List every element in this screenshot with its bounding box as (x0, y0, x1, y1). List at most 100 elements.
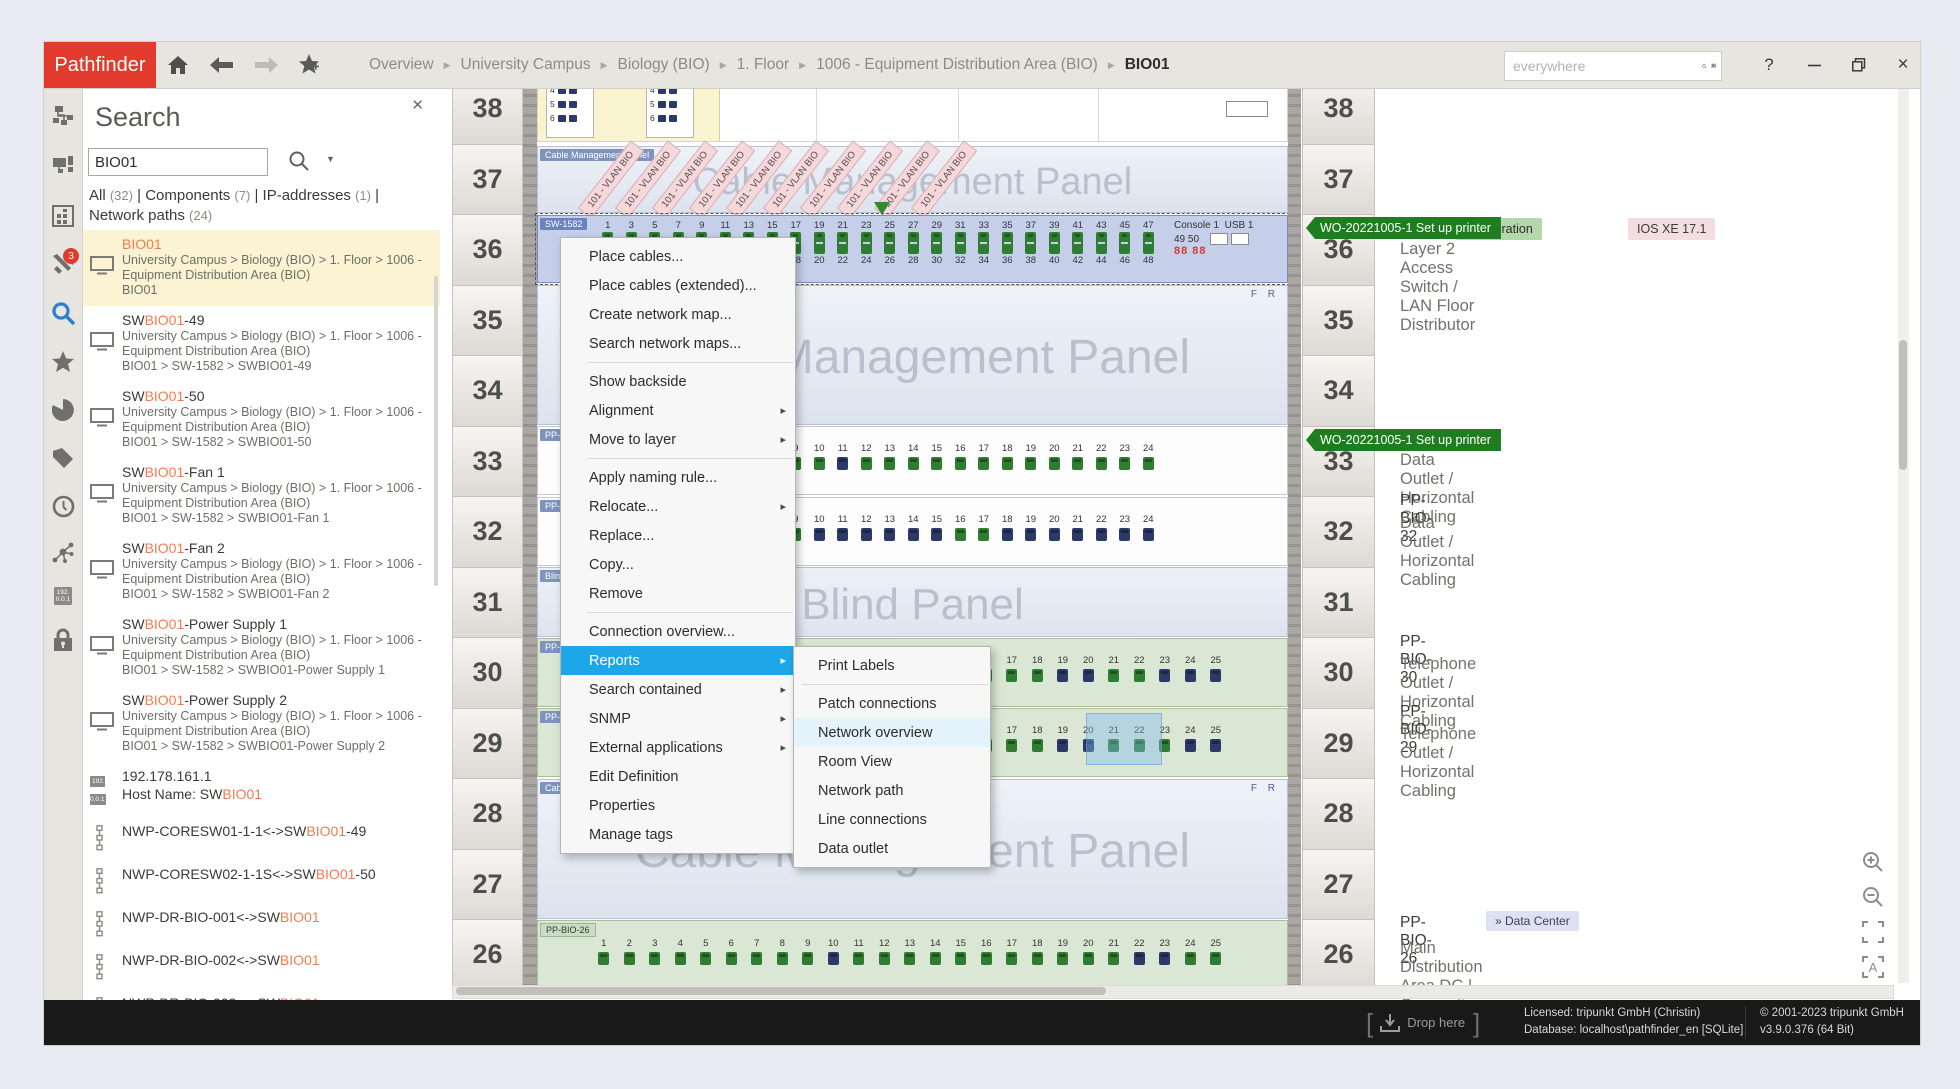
patch-port[interactable]: 16 (949, 514, 973, 541)
rack-unit-34[interactable]: 34 (452, 356, 523, 427)
global-search-box[interactable] (1504, 51, 1722, 81)
patch-port[interactable]: 11 (846, 938, 872, 965)
datacenter-badge[interactable]: » Data Center (1486, 911, 1579, 931)
switch-port-column[interactable]: 4142 (1066, 220, 1090, 266)
vertical-scrollbar[interactable] (1898, 88, 1909, 983)
patch-port[interactable]: 15 (925, 443, 949, 470)
crumb-1-floor[interactable]: 1. Floor (733, 56, 794, 74)
patch-port[interactable]: 21 (1066, 514, 1090, 541)
port-icon[interactable] (1143, 528, 1154, 541)
patch-port[interactable]: 18 (996, 443, 1020, 470)
patch-port[interactable]: 23 (1152, 938, 1178, 965)
port-icon[interactable] (861, 457, 872, 470)
rack-unit-32[interactable]: 32 (1302, 497, 1375, 568)
rack-unit-35[interactable]: 35 (452, 286, 523, 357)
rack-unit-28[interactable]: 28 (452, 779, 523, 850)
back-button[interactable] (204, 48, 240, 82)
rack-unit-37[interactable]: 37 (1302, 145, 1375, 216)
result-nwp-coresw01-1-1-swbio01-49[interactable]: NWP-CORESW01-1-1<->SWBIO01-49 (82, 815, 440, 858)
submenu-item-patch-connections[interactable]: Patch connections (794, 689, 990, 718)
switch-port-icon[interactable] (908, 232, 919, 254)
fit-view-button[interactable] (1856, 915, 1890, 949)
search-panel-close[interactable]: ✕ (411, 96, 424, 114)
switch-port-column[interactable]: 3940 (1043, 220, 1067, 266)
rack-unit-38[interactable]: 38 (452, 88, 523, 145)
port-icon[interactable] (1072, 457, 1083, 470)
rack-unit-26[interactable]: 26 (452, 920, 523, 991)
patch-port[interactable]: 6 (719, 938, 745, 965)
patch-port[interactable]: 19 (1050, 655, 1076, 682)
crumb-overview[interactable]: Overview (365, 56, 438, 74)
patch-port[interactable]: 22 (1127, 655, 1153, 682)
rack-unit-29[interactable]: 29 (1302, 709, 1375, 780)
patch-port[interactable]: 18 (996, 514, 1020, 541)
zoom-out-button[interactable] (1856, 880, 1890, 914)
switch-port-icon[interactable] (1096, 232, 1107, 254)
port-icon[interactable] (1072, 528, 1083, 541)
port-icon[interactable] (978, 457, 989, 470)
sidebar-item-security[interactable] (44, 620, 82, 660)
patch-port[interactable]: 22 (1127, 938, 1153, 965)
port-icon[interactable] (649, 952, 660, 965)
switch-port-icon[interactable] (1072, 232, 1083, 254)
rack-unit-34[interactable]: 34 (1302, 356, 1375, 427)
rack-unit-30[interactable]: 30 (1302, 638, 1375, 709)
patch-port[interactable]: 17 (999, 938, 1025, 965)
port-icon[interactable] (1032, 739, 1043, 752)
switch-port-icon[interactable] (978, 232, 989, 254)
patch-port[interactable]: 10 (821, 938, 847, 965)
port-icon[interactable] (1025, 528, 1036, 541)
sidebar-item-topology[interactable] (44, 96, 82, 136)
patch-port[interactable]: 18 (1025, 938, 1051, 965)
result-ip-192-178-161-1[interactable]: 192.0.0.1192.178.161.1Host Name: SWBIO01 (82, 762, 440, 815)
crumb-1006-equipment-distribution-area-bio[interactable]: 1006 - Equipment Distribution Area (BIO) (812, 56, 1102, 74)
switch-port-icon[interactable] (1049, 232, 1060, 254)
port-icon[interactable] (1210, 952, 1221, 965)
switch-port-icon[interactable] (1025, 232, 1036, 254)
panel-cable-mgmt-top[interactable]: Cable Management Panel Cable Management … (537, 146, 1288, 213)
switch-port-icon[interactable] (1002, 232, 1013, 254)
switch-port-column[interactable]: 2526 (878, 220, 902, 266)
patch-port[interactable]: 5 (693, 938, 719, 965)
sidebar-item-planning[interactable] (44, 196, 82, 236)
port-icon[interactable] (1108, 952, 1119, 965)
menu-item-snmp[interactable]: SNMP▸ (561, 704, 795, 733)
port-icon[interactable] (884, 528, 895, 541)
port-icon[interactable] (908, 528, 919, 541)
patch-port[interactable]: 15 (948, 938, 974, 965)
patch-port[interactable]: 17 (972, 443, 996, 470)
filter-ip-addresses[interactable]: IP-addresses (1) (263, 187, 371, 204)
port-icon[interactable] (955, 528, 966, 541)
switch-port-icon[interactable] (931, 232, 942, 254)
panel-pp-bio-26[interactable]: PP-BIO-26 123456789101112131415161718192… (537, 920, 1288, 990)
search-icon[interactable] (1702, 57, 1707, 76)
switch-port-icon[interactable] (1143, 232, 1154, 254)
patch-port[interactable]: 16 (949, 443, 973, 470)
result-nwp-dr-bio-001-swbio01[interactable]: NWP-DR-BIO-001<->SWBIO01 (82, 901, 440, 944)
patch-port[interactable]: 10 (808, 514, 832, 541)
menu-item-create-network-map[interactable]: Create network map... (561, 300, 795, 329)
submenu-item-line-connections[interactable]: Line connections (794, 805, 990, 834)
global-search-input[interactable] (1505, 58, 1702, 74)
help-button[interactable]: ? (1750, 46, 1788, 84)
port-icon[interactable] (802, 952, 813, 965)
submenu-item-room-view[interactable]: Room View (794, 747, 990, 776)
port-icon[interactable] (777, 952, 788, 965)
patch-port[interactable]: 16 (974, 938, 1000, 965)
port-icon[interactable] (930, 952, 941, 965)
menu-item-properties[interactable]: Properties (561, 791, 795, 820)
menu-item-search-network-maps[interactable]: Search network maps... (561, 329, 795, 358)
menu-item-alignment[interactable]: Alignment▸ (561, 396, 795, 425)
submenu-item-network-overview[interactable]: Network overview (794, 718, 990, 747)
zoom-in-button[interactable] (1856, 845, 1890, 879)
menu-item-relocate[interactable]: Relocate...▸ (561, 492, 795, 521)
patch-port[interactable]: 19 (1019, 443, 1043, 470)
horizontal-scroll-thumb[interactable] (456, 987, 1106, 995)
switch-port-column[interactable]: 2728 (902, 220, 926, 266)
port-icon[interactable] (908, 457, 919, 470)
patch-port[interactable]: 11 (831, 443, 855, 470)
filter-all[interactable]: All (32) (89, 187, 133, 204)
vertical-scroll-thumb[interactable] (1899, 340, 1907, 470)
patch-port[interactable]: 14 (923, 938, 949, 965)
port-icon[interactable] (978, 528, 989, 541)
